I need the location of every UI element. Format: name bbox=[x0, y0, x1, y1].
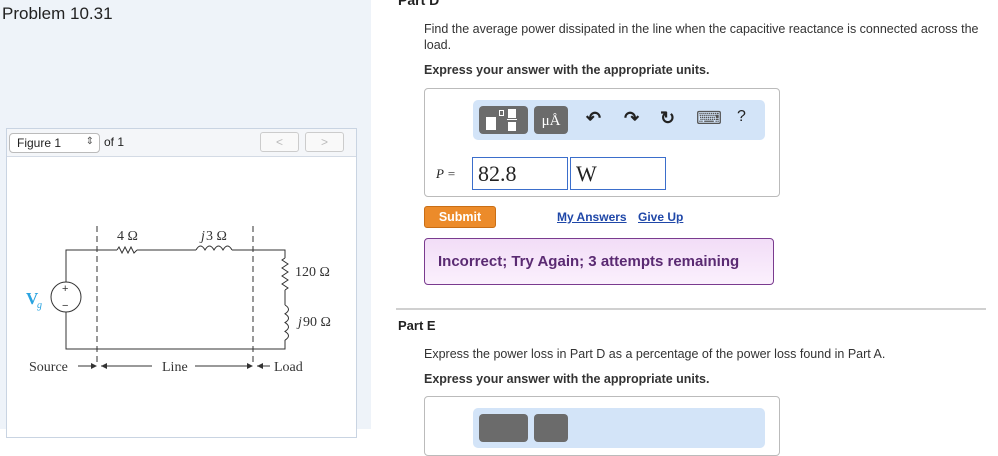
part-d-instruction: Express your answer with the appropriate… bbox=[424, 63, 710, 77]
feedback-message: Incorrect; Try Again; 3 attempts remaini… bbox=[424, 238, 774, 285]
line-inductor bbox=[195, 245, 233, 252]
part-e-templates-button[interactable] bbox=[479, 414, 528, 442]
give-up-link[interactable]: Give Up bbox=[638, 210, 683, 224]
label-120ohm: 120 Ω bbox=[295, 265, 330, 280]
part-d-title: Part D bbox=[398, 0, 440, 8]
variable-label: P = bbox=[436, 166, 456, 181]
wires bbox=[65, 249, 286, 350]
label-j: j bbox=[199, 229, 205, 244]
part-e-answer-box bbox=[424, 396, 780, 456]
part-d-question: Find the average power dissipated in the… bbox=[424, 22, 979, 52]
divider bbox=[396, 308, 986, 310]
templates-button[interactable] bbox=[479, 106, 528, 134]
redo-icon[interactable]: ↷ bbox=[624, 108, 639, 129]
label-line: Line bbox=[162, 360, 188, 375]
math-toolbar: μÅ ↶ ↷ ↻ ⌨ ? bbox=[473, 100, 765, 140]
answer-box: μÅ ↶ ↷ ↻ ⌨ ? P = 82.8 W bbox=[424, 88, 780, 197]
part-e-instruction: Express your answer with the appropriate… bbox=[424, 372, 710, 386]
circuit-diagram: 4 Ω j 3 Ω 120 Ω j 90 Ω V g + − Source Li… bbox=[26, 226, 331, 375]
label-4ohm: 4 Ω bbox=[117, 229, 138, 244]
question-panel: Part D Find the average power dissipated… bbox=[380, 0, 998, 456]
plus-sign: + bbox=[62, 283, 68, 295]
keyboard-icon[interactable]: ⌨ bbox=[696, 108, 722, 129]
units-button[interactable]: μÅ bbox=[534, 106, 568, 134]
help-icon[interactable]: ? bbox=[737, 108, 746, 126]
label-source: Source bbox=[29, 360, 68, 375]
line-resistor bbox=[116, 245, 138, 255]
my-answers-link[interactable]: My Answers bbox=[557, 210, 627, 224]
load-inductor bbox=[284, 304, 289, 341]
figure-panel: Problem 10.31 Figure 1 ⇕ of 1 < > 4 Ω j 3… bbox=[0, 0, 371, 438]
unit-input[interactable]: W bbox=[570, 157, 666, 190]
part-e-units-button[interactable] bbox=[534, 414, 568, 442]
part-e-toolbar bbox=[473, 408, 765, 448]
label-vg-sub: g bbox=[37, 300, 42, 311]
minus-sign: − bbox=[62, 300, 68, 312]
label-90ohm: 90 Ω bbox=[303, 315, 331, 330]
label-3ohm: 3 Ω bbox=[206, 229, 227, 244]
reset-icon[interactable]: ↻ bbox=[660, 108, 675, 129]
part-e-question: Express the power loss in Part D as a pe… bbox=[424, 347, 886, 361]
undo-icon[interactable]: ↶ bbox=[586, 108, 601, 129]
load-resistor bbox=[281, 257, 289, 291]
label-load: Load bbox=[274, 360, 303, 375]
value-input[interactable]: 82.8 bbox=[472, 157, 568, 190]
part-e-title: Part E bbox=[398, 318, 436, 333]
submit-button[interactable]: Submit bbox=[424, 206, 496, 228]
label-j90: j bbox=[296, 315, 302, 330]
